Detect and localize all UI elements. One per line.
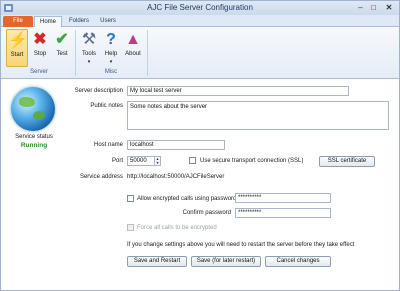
about-button[interactable]: ▲ About bbox=[122, 29, 144, 67]
secure-transport-checkbox[interactable] bbox=[189, 157, 196, 164]
tools-label: Tools bbox=[81, 51, 96, 57]
port-label: Port bbox=[111, 158, 123, 164]
service-address-label: Service address bbox=[79, 174, 123, 180]
stop-label: Stop bbox=[33, 51, 47, 57]
cancel-changes-button[interactable]: Cancel changes bbox=[265, 256, 331, 267]
confirm-password-label: Confirm password bbox=[182, 210, 231, 216]
host-name-input[interactable]: localhost bbox=[127, 140, 225, 150]
save-for-later-button[interactable]: Save (for later restart) bbox=[191, 256, 261, 267]
app-window: AJC File Server Configuration – □ ✕ File… bbox=[0, 0, 400, 291]
ribbon: ⚡ Start ✖ Stop ✔ Test ⚒ Tools ▾ ? Help ▾… bbox=[1, 27, 399, 79]
public-notes-label: Public notes bbox=[90, 103, 123, 109]
title-bar: AJC File Server Configuration – □ ✕ bbox=[1, 1, 399, 15]
ribbon-tabs: File Home Folders Users bbox=[1, 15, 399, 28]
checkmark-icon: ✔ bbox=[55, 31, 69, 48]
help-dropdown-icon: ▾ bbox=[109, 59, 113, 65]
help-icon: ? bbox=[106, 31, 116, 48]
start-button[interactable]: ⚡ Start bbox=[6, 29, 28, 67]
service-status-value: Running bbox=[20, 142, 48, 149]
password-input[interactable]: ********** bbox=[235, 193, 331, 203]
tab-folders[interactable]: Folders bbox=[65, 16, 93, 27]
tab-file[interactable]: File bbox=[3, 16, 33, 27]
minimize-button[interactable]: – bbox=[354, 2, 367, 13]
server-description-input[interactable]: My local test server bbox=[127, 86, 349, 96]
host-name-label: Host name bbox=[93, 142, 123, 148]
tools-dropdown-icon: ▾ bbox=[87, 59, 91, 65]
help-label: Help bbox=[104, 51, 118, 57]
window-title: AJC File Server Configuration bbox=[147, 3, 253, 12]
service-globe-icon bbox=[11, 87, 55, 131]
stop-x-icon: ✖ bbox=[33, 31, 47, 48]
stop-button[interactable]: ✖ Stop bbox=[30, 29, 50, 67]
public-notes-textarea[interactable]: Some notes about the server bbox=[127, 101, 389, 130]
allow-encrypted-label: Allow encrypted calls using password bbox=[137, 196, 237, 202]
force-encrypted-label: Force all calls to be encrypted bbox=[137, 225, 217, 231]
about-logo-icon: ▲ bbox=[125, 31, 141, 48]
close-button[interactable]: ✕ bbox=[381, 2, 397, 13]
tools-button[interactable]: ⚒ Tools ▾ bbox=[78, 29, 100, 67]
about-label: About bbox=[125, 51, 141, 57]
secure-transport-label: Use secure transport connection (SSL) bbox=[200, 158, 304, 164]
ribbon-separator bbox=[147, 30, 148, 76]
port-spinner[interactable]: ▴ ▾ bbox=[155, 156, 161, 166]
test-button[interactable]: ✔ Test bbox=[52, 29, 72, 67]
group-label-misc: Misc bbox=[104, 69, 118, 75]
ribbon-separator bbox=[75, 30, 76, 76]
maximize-button[interactable]: □ bbox=[367, 2, 380, 13]
service-address-value: http://localhost:50000/AJCFileServer bbox=[127, 174, 225, 180]
lightning-icon: ⚡ bbox=[8, 32, 28, 49]
allow-encrypted-checkbox[interactable] bbox=[127, 195, 134, 202]
save-and-restart-button[interactable]: Save and Restart bbox=[127, 256, 187, 267]
start-label: Start bbox=[10, 52, 24, 58]
test-label: Test bbox=[56, 51, 68, 57]
force-encrypted-checkbox[interactable] bbox=[127, 224, 134, 231]
ssl-certificate-button[interactable]: SSL certificate bbox=[319, 156, 375, 167]
tab-users[interactable]: Users bbox=[95, 16, 121, 27]
group-label-server: Server bbox=[30, 69, 48, 75]
help-button[interactable]: ? Help ▾ bbox=[101, 29, 121, 67]
port-input[interactable]: 50000 bbox=[127, 156, 155, 166]
restart-notice: If you change settings above you will ne… bbox=[127, 242, 355, 248]
settings-panel: Service status Running Server descriptio… bbox=[1, 79, 399, 290]
confirm-password-input[interactable]: ********** bbox=[235, 208, 331, 218]
wrench-icon: ⚒ bbox=[81, 31, 97, 48]
service-status-label: Service status bbox=[15, 134, 53, 140]
server-description-label: Server description bbox=[74, 88, 123, 94]
